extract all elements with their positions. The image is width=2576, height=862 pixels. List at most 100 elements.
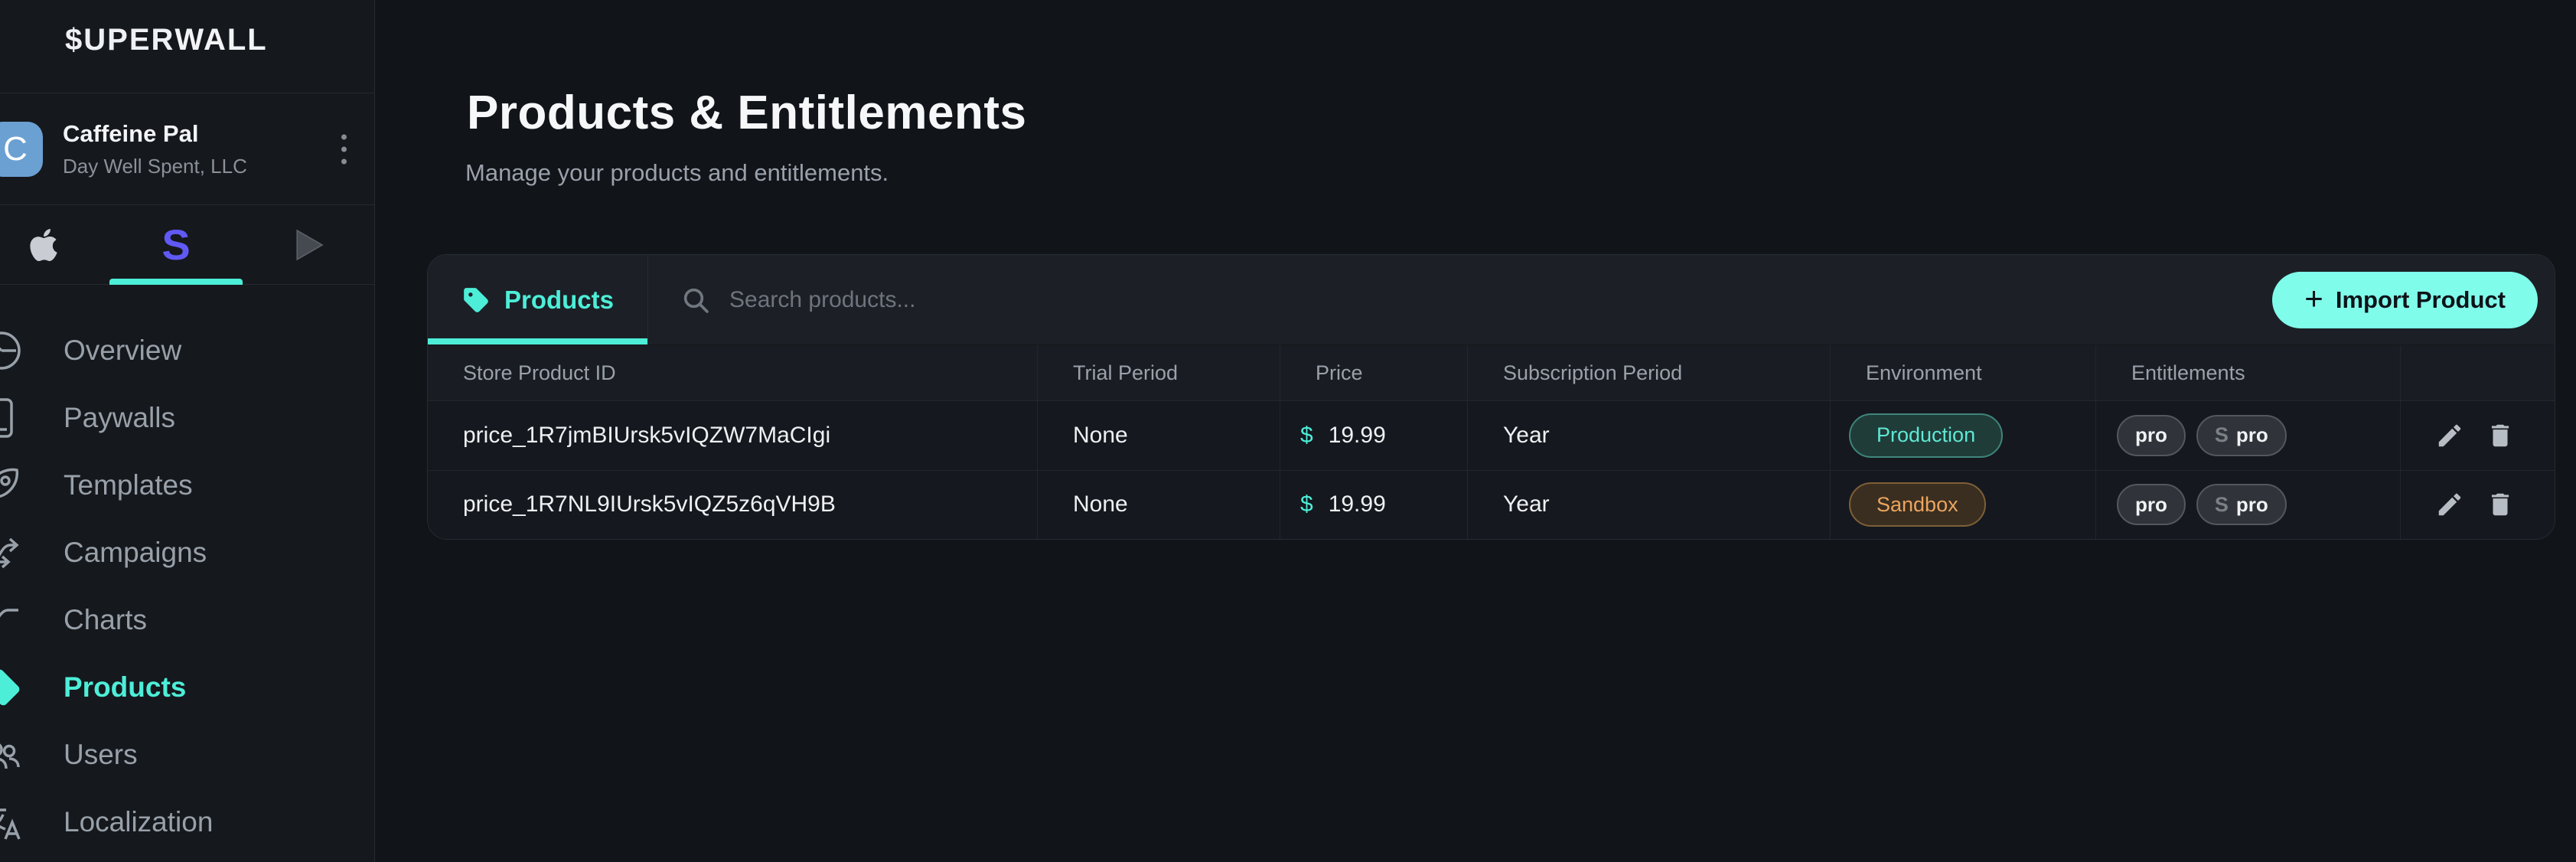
pencil-icon (2435, 490, 2464, 519)
price-cell: $ 19.99 (1280, 471, 1468, 540)
superwall-s-icon: S (2215, 493, 2229, 517)
page-subtitle: Manage your products and entitlements. (465, 159, 889, 187)
column-header-price: Price (1280, 345, 1468, 400)
sidebar-nav: Overview Paywalls Templates Campaigns Ch… (0, 317, 374, 856)
trial-period-cell: None (1038, 471, 1280, 540)
app-org: Day Well Spent, LLC (63, 155, 247, 178)
tab-platform-google-play[interactable] (243, 205, 375, 284)
column-header-entitlements: Entitlements (2096, 345, 2401, 400)
column-header-actions (2401, 345, 2555, 400)
entitlement-badge: pro (2117, 484, 2186, 525)
app-avatar-letter: C (3, 130, 28, 168)
page-title: Products & Entitlements (467, 86, 1027, 140)
edit-button[interactable] (2435, 490, 2464, 519)
products-card: Products + Import Product Store Product … (427, 254, 2555, 540)
google-play-icon (291, 226, 326, 264)
app-switcher[interactable]: C Caffeine Pal Day Well Spent, LLC (0, 93, 374, 205)
import-product-button[interactable]: + Import Product (2272, 272, 2538, 328)
subscription-period-cell: Year (1468, 471, 1831, 540)
kebab-menu-icon[interactable] (335, 128, 353, 170)
edit-button[interactable] (2435, 421, 2464, 450)
sidebar-item-label: Templates (64, 469, 193, 501)
active-platform-underline (109, 279, 242, 285)
price-cell: $ 19.99 (1280, 401, 1468, 470)
products-toolbar: Products + Import Product (428, 255, 2555, 345)
import-product-label: Import Product (2336, 286, 2506, 314)
currency-symbol: $ (1300, 423, 1313, 449)
app-avatar: C (0, 122, 43, 177)
platform-tabs: S (0, 205, 375, 285)
app-root: $UPERWALL C Caffeine Pal Day Well Spent,… (0, 0, 2576, 862)
environment-cell: Sandbox (1831, 471, 2096, 540)
environment-badge-sandbox: Sandbox (1849, 482, 1986, 527)
sidebar-item-charts[interactable]: Charts (0, 586, 374, 654)
table-row: price_1R7NL9IUrsk5vIQZ5z6qVH9B None $ 19… (428, 470, 2555, 540)
search-icon (680, 285, 711, 315)
entitlements-cell: pro Spro (2096, 471, 2401, 540)
tab-products[interactable]: Products (428, 255, 648, 344)
table-header: Store Product ID Trial Period Price Subs… (428, 345, 2555, 400)
sidebar-item-label: Campaigns (64, 537, 207, 569)
sidebar-item-paywalls[interactable]: Paywalls (0, 384, 374, 452)
entitlement-badge: pro (2117, 415, 2186, 456)
tag-icon (0, 666, 23, 709)
environment-badge-production: Production (1849, 413, 2003, 458)
entitlement-badge-stripe: Spro (2196, 484, 2287, 525)
sidebar-item-label: Paywalls (64, 402, 175, 434)
split-arrows-icon (0, 531, 23, 574)
main-content: Products & Entitlements Manage your prod… (375, 0, 2576, 862)
brand-logo-rest: WALL (174, 23, 267, 57)
sidebar-item-label: Products (64, 671, 186, 704)
apple-icon (28, 227, 59, 263)
translate-icon (0, 801, 23, 844)
chart-line-icon (0, 599, 23, 642)
stripe-icon: S (161, 224, 190, 266)
column-header-trial-period: Trial Period (1038, 345, 1280, 400)
brand-logo-accent: $UPER (65, 23, 174, 57)
subscription-period-cell: Year (1468, 401, 1831, 470)
app-meta: Caffeine Pal Day Well Spent, LLC (63, 120, 247, 178)
sidebar-item-overview[interactable]: Overview (0, 317, 374, 384)
sidebar-item-users[interactable]: Users (0, 721, 374, 789)
phone-icon (0, 397, 23, 439)
sidebar-item-label: Users (64, 739, 138, 771)
store-product-id-cell: price_1R7jmBIUrsk5vIQZW7MaCIgi (428, 401, 1038, 470)
column-header-environment: Environment (1831, 345, 2096, 400)
price-value: 19.99 (1329, 491, 1386, 518)
pencil-icon (2435, 421, 2464, 450)
app-name: Caffeine Pal (63, 120, 247, 148)
gauge-icon (0, 329, 23, 372)
tab-platform-apple[interactable] (0, 205, 109, 284)
sidebar: $UPERWALL C Caffeine Pal Day Well Spent,… (0, 0, 375, 862)
sidebar-item-products[interactable]: Products (0, 654, 374, 721)
sidebar-item-templates[interactable]: Templates (0, 452, 374, 519)
entitlements-cell: pro Spro (2096, 401, 2401, 470)
superwall-s-icon: S (2215, 423, 2229, 447)
brand-logo: $UPERWALL (0, 0, 374, 93)
row-actions (2401, 401, 2555, 470)
column-header-store-product-id: Store Product ID (428, 345, 1038, 400)
column-header-subscription-period: Subscription Period (1468, 345, 1831, 400)
trash-icon (2486, 421, 2515, 450)
rocket-icon (0, 464, 23, 507)
trial-period-cell: None (1038, 401, 1280, 470)
tag-icon (461, 286, 491, 315)
search-input[interactable] (729, 287, 1265, 313)
delete-button[interactable] (2486, 490, 2515, 519)
sidebar-item-label: Localization (64, 806, 213, 838)
delete-button[interactable] (2486, 421, 2515, 450)
trash-icon (2486, 490, 2515, 519)
search-products (648, 255, 2272, 344)
tab-platform-stripe[interactable]: S (109, 205, 242, 284)
sidebar-item-label: Overview (64, 335, 181, 367)
sidebar-item-label: Charts (64, 604, 147, 636)
store-product-id-cell: price_1R7NL9IUrsk5vIQZ5z6qVH9B (428, 471, 1038, 540)
row-actions (2401, 471, 2555, 540)
users-icon (0, 733, 23, 776)
sidebar-item-localization[interactable]: Localization (0, 789, 374, 856)
currency-symbol: $ (1300, 491, 1313, 518)
plus-icon: + (2304, 282, 2323, 315)
sidebar-item-campaigns[interactable]: Campaigns (0, 519, 374, 586)
entitlement-badge-stripe: Spro (2196, 415, 2287, 456)
environment-cell: Production (1831, 401, 2096, 470)
